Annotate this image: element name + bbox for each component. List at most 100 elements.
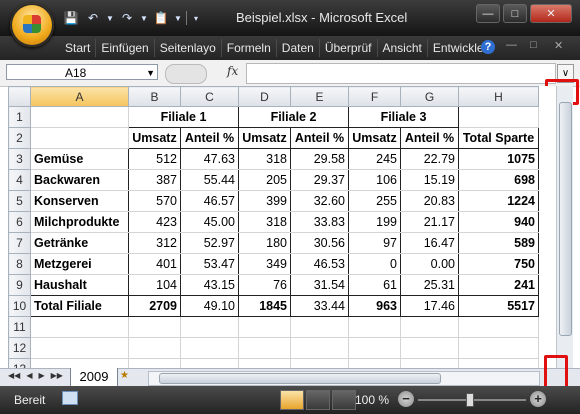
cell[interactable]	[348, 316, 401, 338]
column-header[interactable]: D	[238, 86, 291, 107]
group-header[interactable]: Filiale 3	[348, 106, 459, 128]
group-header[interactable]: Filiale 2	[238, 106, 349, 128]
cell[interactable]	[290, 337, 349, 359]
value-cell[interactable]: 387	[128, 169, 181, 191]
column-header[interactable]: F	[348, 86, 401, 107]
group-header[interactable]: Filiale 1	[128, 106, 239, 128]
value-cell[interactable]: 589	[458, 232, 539, 254]
column-header[interactable]: B	[128, 86, 181, 107]
cell[interactable]	[290, 316, 349, 338]
value-cell[interactable]: 16.47	[400, 232, 459, 254]
cell[interactable]	[128, 358, 181, 368]
page-layout-view-icon[interactable]	[306, 390, 330, 410]
category-cell[interactable]: Backwaren	[30, 169, 129, 191]
cell[interactable]	[348, 358, 401, 368]
last-sheet-icon[interactable]: ▶▶	[51, 371, 63, 380]
cell[interactable]	[400, 316, 459, 338]
column-header[interactable]: G	[400, 86, 459, 107]
category-cell[interactable]: Gemüse	[30, 148, 129, 170]
value-cell[interactable]: 399	[238, 190, 291, 212]
paste-icon[interactable]: 📋	[152, 9, 170, 27]
value-cell[interactable]: 318	[238, 148, 291, 170]
horizontal-scroll-thumb[interactable]	[159, 373, 441, 384]
row-header[interactable]: 12	[8, 337, 31, 359]
category-cell[interactable]: Total Filiale	[30, 295, 129, 317]
value-cell[interactable]: 312	[128, 232, 181, 254]
value-cell[interactable]: 97	[348, 232, 401, 254]
category-cell[interactable]: Konserven	[30, 190, 129, 212]
insert-sheet-icon[interactable]: ★	[120, 370, 140, 385]
column-header[interactable]: A	[30, 86, 129, 107]
zoom-out-icon[interactable]: −	[398, 391, 414, 407]
value-cell[interactable]: 0	[348, 253, 401, 275]
paste-dropdown-icon[interactable]: ▼	[174, 9, 182, 27]
tab-ueberpruefen[interactable]: Überprüf	[318, 39, 377, 57]
cell[interactable]	[128, 316, 181, 338]
cell[interactable]	[238, 316, 291, 338]
value-cell[interactable]: 29.58	[290, 148, 349, 170]
value-cell[interactable]: 76	[238, 274, 291, 296]
value-cell[interactable]: 25.31	[400, 274, 459, 296]
cell[interactable]	[128, 337, 181, 359]
column-header[interactable]: E	[290, 86, 349, 107]
row-header[interactable]: 2	[8, 127, 31, 149]
cell[interactable]	[30, 337, 129, 359]
subheader-cell[interactable]: Total Sparte	[458, 127, 539, 149]
macro-record-icon[interactable]	[62, 391, 78, 405]
value-cell[interactable]: 49.10	[180, 295, 239, 317]
value-cell[interactable]: 22.79	[400, 148, 459, 170]
value-cell[interactable]: 245	[348, 148, 401, 170]
value-cell[interactable]: 318	[238, 211, 291, 233]
cell[interactable]	[290, 358, 349, 368]
row-header[interactable]: 1	[8, 106, 31, 128]
customize-toolbar-icon[interactable]: ▾	[191, 9, 201, 27]
value-cell[interactable]: 32.60	[290, 190, 349, 212]
subheader-cell[interactable]: Anteil %	[180, 127, 239, 149]
value-cell[interactable]: 199	[348, 211, 401, 233]
next-sheet-icon[interactable]: ▶	[38, 371, 44, 380]
row-header[interactable]: 10	[8, 295, 31, 317]
value-cell[interactable]: 570	[128, 190, 181, 212]
value-cell[interactable]: 401	[128, 253, 181, 275]
value-cell[interactable]: 29.37	[290, 169, 349, 191]
subheader-cell[interactable]: Umsatz	[238, 127, 291, 149]
value-cell[interactable]: 21.17	[400, 211, 459, 233]
close-button[interactable]: ✕	[530, 4, 572, 23]
row-header[interactable]: 9	[8, 274, 31, 296]
row-header[interactable]: 11	[8, 316, 31, 338]
cell[interactable]	[30, 127, 129, 149]
subheader-cell[interactable]: Umsatz	[128, 127, 181, 149]
cell[interactable]	[30, 358, 129, 368]
value-cell[interactable]: 180	[238, 232, 291, 254]
tab-start[interactable]: Start	[60, 39, 95, 57]
ribbon-restore-icon[interactable]: □	[530, 39, 537, 51]
cell[interactable]	[458, 106, 539, 128]
page-break-preview-icon[interactable]	[332, 390, 356, 410]
subheader-cell[interactable]: Anteil %	[290, 127, 349, 149]
subheader-cell[interactable]: Anteil %	[400, 127, 459, 149]
tab-daten[interactable]: Daten	[275, 39, 319, 57]
category-cell[interactable]: Haushalt	[30, 274, 129, 296]
ribbon-close-icon[interactable]: ✕	[554, 39, 563, 52]
tab-einfuegen[interactable]: Einfügen	[95, 39, 153, 57]
value-cell[interactable]: 52.97	[180, 232, 239, 254]
tab-formeln[interactable]: Formeln	[220, 39, 276, 57]
cell[interactable]	[458, 358, 539, 368]
value-cell[interactable]: 55.44	[180, 169, 239, 191]
cell[interactable]	[30, 316, 129, 338]
value-cell[interactable]: 47.63	[180, 148, 239, 170]
row-header[interactable]: 6	[8, 211, 31, 233]
value-cell[interactable]: 20.83	[400, 190, 459, 212]
value-cell[interactable]: 1075	[458, 148, 539, 170]
value-cell[interactable]: 33.83	[290, 211, 349, 233]
maximize-button[interactable]: □	[503, 4, 527, 23]
category-cell[interactable]: Getränke	[30, 232, 129, 254]
horizontal-scrollbar[interactable]	[148, 371, 540, 386]
value-cell[interactable]: 241	[458, 274, 539, 296]
cell[interactable]	[458, 337, 539, 359]
value-cell[interactable]: 15.19	[400, 169, 459, 191]
value-cell[interactable]: 349	[238, 253, 291, 275]
vertical-scroll-thumb[interactable]	[559, 102, 572, 336]
minimize-button[interactable]: —	[476, 4, 500, 23]
undo-icon[interactable]: ↶	[84, 9, 102, 27]
